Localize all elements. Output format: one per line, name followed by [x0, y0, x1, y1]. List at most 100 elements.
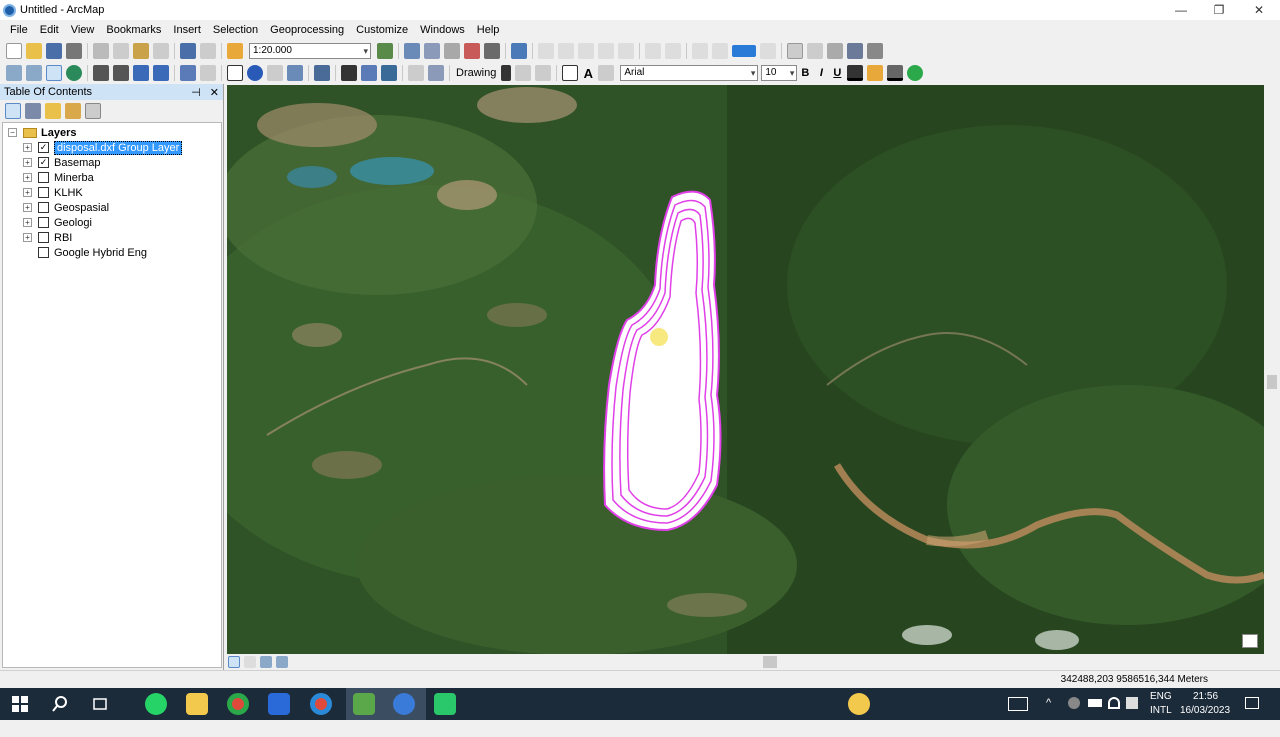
- map-scale-combo[interactable]: 1:20.000: [249, 43, 371, 59]
- open-icon[interactable]: [26, 43, 42, 59]
- measure-icon[interactable]: [314, 65, 330, 81]
- font-name-combo[interactable]: Arial: [620, 65, 759, 81]
- tray-app-icon[interactable]: [1068, 697, 1080, 709]
- list-by-source-icon[interactable]: [25, 103, 41, 119]
- arctoolbox-icon[interactable]: [464, 43, 480, 59]
- menu-geoprocessing[interactable]: Geoprocessing: [264, 24, 350, 36]
- layer-item[interactable]: + Minerba: [23, 170, 94, 185]
- font-size-combo[interactable]: 10: [761, 65, 798, 81]
- menu-help[interactable]: Help: [471, 24, 506, 36]
- redo-icon[interactable]: [200, 43, 216, 59]
- bold-button[interactable]: B: [797, 67, 813, 79]
- fixed-zoom-out-icon[interactable]: [113, 65, 129, 81]
- list-by-visibility-icon[interactable]: [45, 103, 61, 119]
- clock-date[interactable]: 16/03/2023: [1180, 705, 1230, 737]
- layer-visibility-checkbox[interactable]: [38, 187, 49, 198]
- menu-selection[interactable]: Selection: [207, 24, 264, 36]
- python-window-icon[interactable]: [484, 43, 500, 59]
- time-slider-icon[interactable]: [408, 65, 424, 81]
- model-builder-icon[interactable]: [511, 43, 527, 59]
- layer-item[interactable]: + Geologi: [23, 215, 92, 230]
- layer-visibility-checkbox[interactable]: [38, 202, 49, 213]
- file-explorer-icon[interactable]: [186, 693, 208, 715]
- layer-name[interactable]: Geospasial: [54, 202, 109, 214]
- full-extent-icon[interactable]: [66, 65, 82, 81]
- undo-icon[interactable]: [180, 43, 196, 59]
- expand-icon[interactable]: +: [23, 173, 32, 182]
- new-text-tool[interactable]: A: [580, 66, 596, 81]
- layer-name[interactable]: Geologi: [54, 217, 92, 229]
- go-to-xy-icon[interactable]: [381, 65, 397, 81]
- menu-customize[interactable]: Customize: [350, 24, 414, 36]
- rectangle-icon[interactable]: [562, 65, 579, 81]
- spreadsheet-app-icon[interactable]: [434, 693, 456, 715]
- expand-icon[interactable]: +: [23, 218, 32, 227]
- forward-extent-icon[interactable]: [153, 65, 169, 81]
- layer-name[interactable]: disposal.dxf Group Layer: [54, 140, 183, 155]
- layout-view-tab-icon[interactable]: [244, 656, 256, 668]
- layer-visibility-checkbox[interactable]: [38, 217, 49, 228]
- map-tips-icon[interactable]: [1242, 634, 1258, 648]
- callout-icon[interactable]: [598, 65, 615, 81]
- print-preview-icon[interactable]: [867, 43, 883, 59]
- zoom-to-selected-icon[interactable]: [535, 65, 552, 81]
- layer-item[interactable]: + RBI: [23, 230, 72, 245]
- restore-button[interactable]: ❐: [1200, 0, 1238, 20]
- print-icon[interactable]: [66, 43, 82, 59]
- paste-icon[interactable]: [133, 43, 149, 59]
- layers-root[interactable]: − Layers: [8, 125, 76, 140]
- horizontal-scrollbar[interactable]: [227, 654, 1280, 670]
- editor-toolbar-icon[interactable]: [377, 43, 393, 59]
- zoom-out-icon[interactable]: [26, 65, 42, 81]
- keyboard-layout-indicator[interactable]: INTL: [1150, 705, 1172, 737]
- layer-name[interactable]: RBI: [54, 232, 72, 244]
- expand-icon[interactable]: +: [23, 203, 32, 212]
- select-features-icon[interactable]: [180, 65, 196, 81]
- toc-options-icon[interactable]: [85, 103, 101, 119]
- hyperlink-icon[interactable]: [267, 65, 283, 81]
- search-icon[interactable]: [49, 693, 71, 715]
- fill-color-icon[interactable]: [867, 65, 884, 81]
- graphics-tool-icon[interactable]: [827, 43, 843, 59]
- chrome-profile-icon[interactable]: [310, 693, 332, 715]
- network-tool-icon[interactable]: [847, 43, 863, 59]
- data-view-tab-icon[interactable]: [228, 656, 240, 668]
- layer-visibility-checkbox[interactable]: [38, 232, 49, 243]
- save-icon[interactable]: [46, 43, 62, 59]
- back-extent-icon[interactable]: [133, 65, 149, 81]
- zoom-in-icon[interactable]: [6, 65, 22, 81]
- select-elements-icon[interactable]: [227, 65, 243, 81]
- underline-button[interactable]: U: [829, 67, 845, 79]
- arcmap-tool-icon[interactable]: [353, 693, 375, 715]
- mail-app-icon[interactable]: [268, 693, 290, 715]
- list-by-drawing-order-icon[interactable]: [5, 103, 21, 119]
- task-view-icon[interactable]: [89, 693, 111, 715]
- volume-icon[interactable]: [1126, 697, 1138, 709]
- layer-item[interactable]: + KLHK: [23, 185, 83, 200]
- layer-name[interactable]: Basemap: [54, 157, 100, 169]
- toc-close-icon[interactable]: ✕: [210, 87, 219, 99]
- list-by-selection-icon[interactable]: [65, 103, 81, 119]
- collapse-icon[interactable]: −: [8, 128, 17, 137]
- fixed-zoom-in-icon[interactable]: [93, 65, 109, 81]
- whatsapp-icon[interactable]: [145, 693, 167, 715]
- layer-name[interactable]: KLHK: [54, 187, 83, 199]
- delete-icon[interactable]: [153, 43, 169, 59]
- menu-view[interactable]: View: [65, 24, 101, 36]
- data-view-icon[interactable]: [787, 43, 803, 59]
- html-popup-icon[interactable]: [287, 65, 303, 81]
- rotate-icon[interactable]: [515, 65, 532, 81]
- fill-color-swatch-icon[interactable]: [732, 45, 756, 57]
- find-route-icon[interactable]: [361, 65, 377, 81]
- layer-visibility-checkbox[interactable]: ✓: [38, 157, 49, 168]
- menu-edit[interactable]: Edit: [34, 24, 65, 36]
- menu-windows[interactable]: Windows: [414, 24, 471, 36]
- vertical-scrollbar[interactable]: [1264, 85, 1280, 654]
- notification-icon[interactable]: [1245, 697, 1259, 709]
- help-icon[interactable]: [848, 693, 870, 715]
- drawing-menu[interactable]: Drawing: [453, 67, 499, 79]
- find-icon[interactable]: [341, 65, 357, 81]
- pause-drawing-icon[interactable]: [276, 656, 288, 668]
- create-viewer-icon[interactable]: [428, 65, 444, 81]
- arcmap-icon[interactable]: [393, 693, 415, 715]
